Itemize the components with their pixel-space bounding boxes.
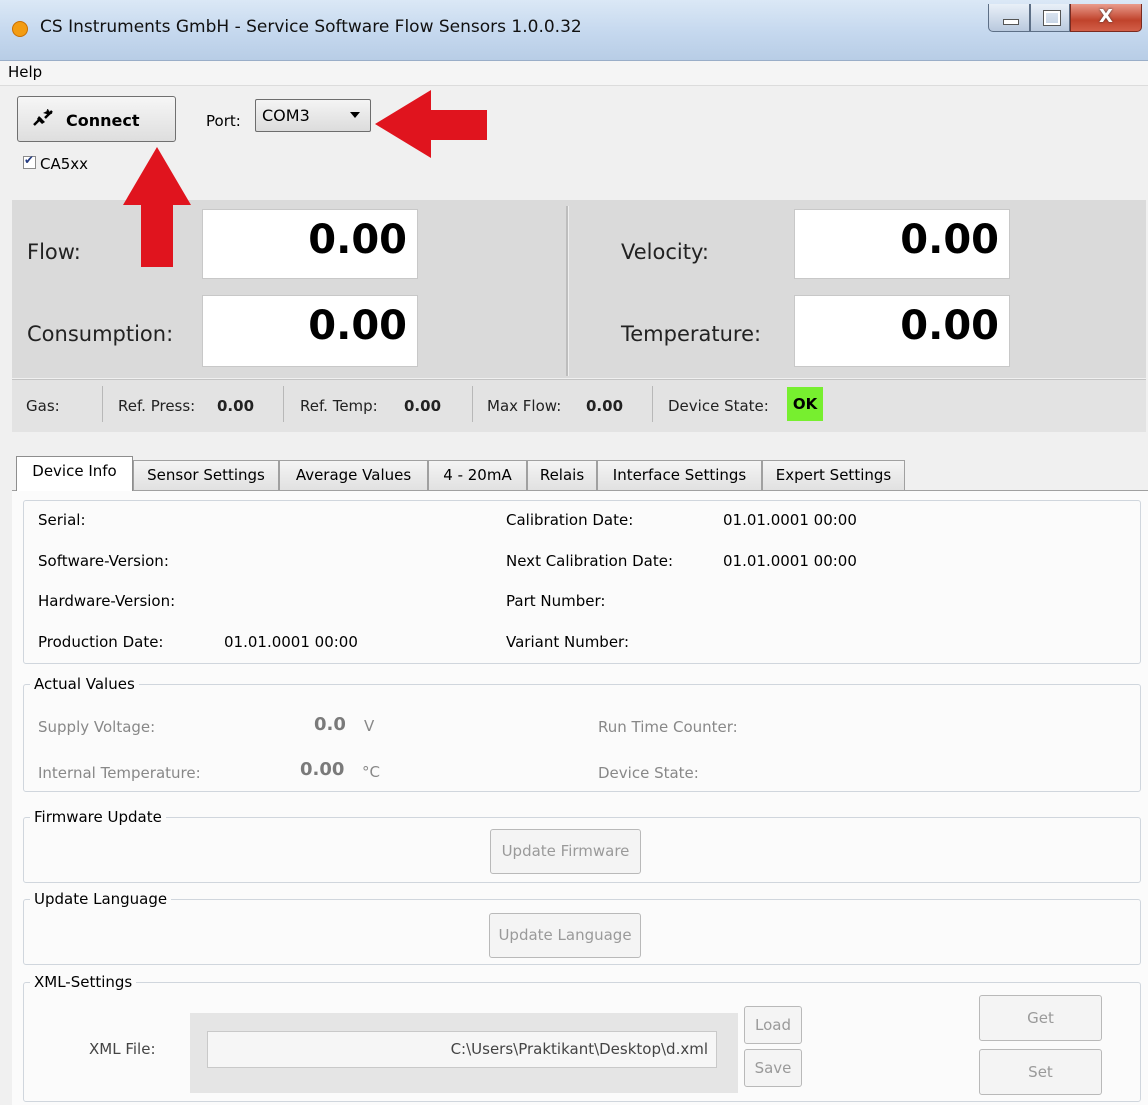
- flow-label: Flow:: [27, 240, 81, 264]
- supply-voltage-label: Supply Voltage:: [38, 718, 156, 736]
- supply-voltage-value: 0.0: [314, 714, 346, 735]
- annotation-arrow-left-icon: [375, 90, 487, 158]
- part-number-label: Part Number:: [506, 592, 606, 610]
- set-button[interactable]: Set: [979, 1049, 1102, 1095]
- minimize-button[interactable]: [988, 4, 1030, 32]
- supply-voltage-unit: V: [364, 717, 375, 735]
- gas-label: Gas:: [26, 397, 60, 415]
- xml-settings-title: XML-Settings: [30, 973, 137, 991]
- calibration-date-label: Calibration Date:: [506, 511, 634, 529]
- port-selected-value: COM3: [262, 106, 310, 125]
- velocity-value: 0.00: [900, 217, 999, 263]
- menu-item-help[interactable]: Help: [8, 63, 42, 81]
- next-calibration-date-value: 01.01.0001 00:00: [723, 552, 857, 570]
- consumption-display: 0.00: [202, 295, 418, 367]
- maximize-button[interactable]: [1030, 4, 1070, 32]
- window-title: CS Instruments GmbH - Service Software F…: [40, 17, 582, 37]
- ref-press-value: 0.00: [217, 397, 255, 415]
- measurement-divider: [566, 206, 569, 376]
- actual-values-title: Actual Values: [30, 675, 139, 693]
- port-select[interactable]: COM3: [255, 99, 371, 132]
- calibration-date-value: 01.01.0001 00:00: [723, 511, 857, 529]
- ca5xx-label[interactable]: CA5xx: [40, 155, 88, 173]
- device-state-badge: OK: [787, 387, 823, 421]
- menu-bar: Help: [0, 61, 1148, 86]
- internal-temperature-unit: °C: [362, 763, 380, 781]
- consumption-value: 0.00: [308, 303, 407, 349]
- status-separator: [102, 386, 103, 422]
- chevron-down-icon: [350, 112, 360, 118]
- temperature-label: Temperature:: [621, 322, 762, 346]
- status-separator: [652, 386, 653, 422]
- temperature-value: 0.00: [900, 303, 999, 349]
- xml-file-label: XML File:: [89, 1040, 156, 1058]
- actual-device-state-label: Device State:: [598, 764, 699, 782]
- tab-average-values[interactable]: Average Values: [279, 460, 428, 490]
- tab-4-20ma[interactable]: 4 - 20mA: [428, 460, 527, 490]
- production-date-value: 01.01.0001 00:00: [224, 633, 358, 651]
- load-button[interactable]: Load: [744, 1006, 802, 1044]
- max-flow-label: Max Flow:: [487, 397, 562, 415]
- next-calibration-date-label: Next Calibration Date:: [506, 552, 673, 570]
- tab-interface-settings[interactable]: Interface Settings: [597, 460, 762, 490]
- status-separator: [283, 386, 284, 422]
- tab-device-info[interactable]: Device Info: [16, 456, 133, 491]
- xml-file-input[interactable]: C:\Users\Praktikant\Desktop\d.xml: [207, 1031, 717, 1068]
- ca5xx-checkbox[interactable]: [23, 153, 36, 169]
- tab-sensor-settings[interactable]: Sensor Settings: [133, 460, 279, 490]
- consumption-label: Consumption:: [27, 322, 174, 346]
- update-language-title: Update Language: [30, 890, 172, 908]
- update-language-button[interactable]: Update Language: [489, 913, 641, 958]
- internal-temperature-label: Internal Temperature:: [38, 764, 201, 782]
- hardware-version-label: Hardware-Version:: [38, 592, 176, 610]
- save-button[interactable]: Save: [744, 1049, 802, 1087]
- maximize-icon: [1043, 10, 1061, 26]
- variant-number-label: Variant Number:: [506, 633, 630, 651]
- ref-temp-value: 0.00: [404, 397, 442, 415]
- port-label: Port:: [206, 112, 241, 130]
- get-button[interactable]: Get: [979, 995, 1102, 1041]
- velocity-label: Velocity:: [621, 240, 709, 264]
- annotation-arrow-up-icon: [123, 147, 191, 267]
- update-firmware-button[interactable]: Update Firmware: [490, 829, 641, 874]
- run-time-counter-label: Run Time Counter:: [598, 718, 738, 736]
- velocity-display: 0.00: [794, 209, 1010, 279]
- flow-display: 0.00: [202, 209, 418, 279]
- plug-connect-icon: [33, 109, 53, 126]
- serial-label: Serial:: [38, 511, 86, 529]
- firmware-update-title: Firmware Update: [30, 808, 166, 826]
- close-icon: X: [1099, 6, 1113, 27]
- max-flow-value: 0.00: [586, 397, 624, 415]
- ref-press-label: Ref. Press:: [118, 397, 196, 415]
- connect-button[interactable]: Connect: [17, 96, 176, 142]
- production-date-label: Production Date:: [38, 633, 164, 651]
- temperature-display: 0.00: [794, 295, 1010, 367]
- device-state-label: Device State:: [668, 397, 769, 415]
- app-logo-icon: [12, 21, 28, 37]
- minimize-icon: [1003, 19, 1019, 25]
- tab-expert-settings[interactable]: Expert Settings: [762, 460, 905, 490]
- connect-label: Connect: [66, 111, 140, 130]
- tab-relais[interactable]: Relais: [527, 460, 597, 490]
- internal-temperature-value: 0.00: [300, 759, 345, 780]
- flow-value: 0.00: [308, 217, 407, 263]
- software-version-label: Software-Version:: [38, 552, 169, 570]
- ref-temp-label: Ref. Temp:: [300, 397, 378, 415]
- close-button[interactable]: X: [1070, 4, 1142, 32]
- status-separator: [472, 386, 473, 422]
